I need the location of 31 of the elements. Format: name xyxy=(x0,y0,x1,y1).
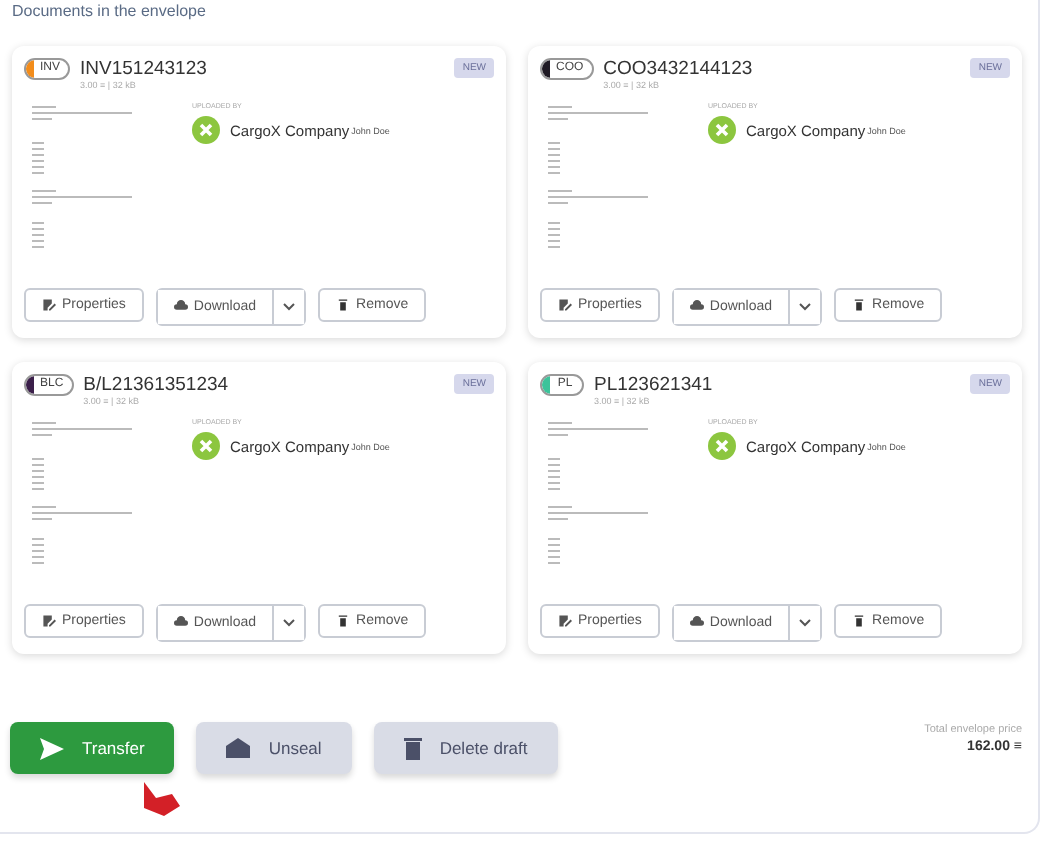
company-logo-icon xyxy=(708,432,736,460)
edit-icon xyxy=(558,614,572,628)
trash-icon xyxy=(403,736,422,760)
transfer-button[interactable]: Transfer xyxy=(10,722,175,774)
trash-icon xyxy=(336,614,351,628)
envelope-icon xyxy=(226,738,251,758)
action-button[interactable]: Unseal xyxy=(196,722,352,774)
edit-icon xyxy=(558,298,572,312)
caret-icon xyxy=(282,302,297,312)
caret-icon xyxy=(798,618,813,628)
action-button[interactable]: Delete draft xyxy=(373,722,558,774)
document-title: B/L21361351234 xyxy=(83,374,231,396)
company-logo-icon xyxy=(708,116,736,144)
company-logo-icon xyxy=(192,116,220,144)
send-icon xyxy=(40,737,64,759)
trash-icon xyxy=(852,298,867,312)
cloud-download-icon xyxy=(689,300,704,314)
trash-icon xyxy=(336,298,351,312)
section-title: Documents in the envelope xyxy=(10,0,208,22)
company-logo-icon xyxy=(192,432,220,460)
cloud-download-icon xyxy=(173,300,188,314)
cloud-download-icon xyxy=(173,616,188,630)
document-title: PL123621341 xyxy=(594,374,715,396)
cloud-download-icon xyxy=(689,616,704,630)
caret-icon xyxy=(282,618,297,628)
document-title: COO3432144123 xyxy=(603,58,755,80)
trash-icon xyxy=(852,614,867,628)
edit-icon xyxy=(42,298,56,312)
edit-icon xyxy=(42,614,56,628)
document-title: INV151243123 xyxy=(80,58,209,80)
caret-icon xyxy=(798,302,813,312)
